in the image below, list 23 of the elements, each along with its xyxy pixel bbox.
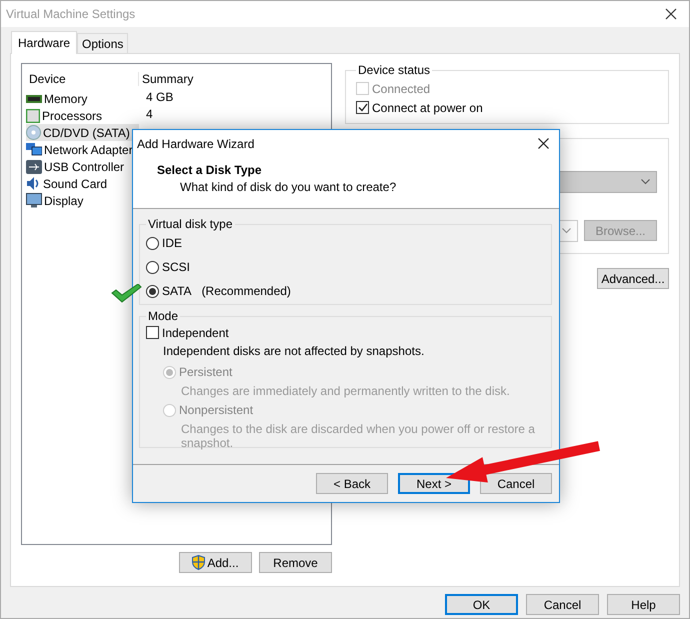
device-name: Network Adapter [44, 142, 133, 156]
option-note: (Recommended) [200, 284, 291, 298]
option-label: IDE [162, 236, 182, 250]
window-title: Virtual Machine Settings [6, 7, 136, 21]
step-description: What kind of disk do you want to create? [179, 180, 398, 194]
option-label: SATA [162, 284, 192, 298]
step-heading: Select a Disk Type [157, 163, 262, 177]
help-text: Changes to the disk are discarded when you power off or restore a snapshot. [180, 422, 536, 450]
device-name: Sound Card [43, 176, 108, 190]
help-text: Changes are immediately and permanently written to the disk. [180, 384, 511, 398]
device-summary: 4 [145, 107, 153, 123]
group-title: Device status [357, 63, 432, 77]
device-name: Memory [44, 92, 88, 106]
help-text: Independent disks are not affected by snapshots. [163, 343, 426, 360]
device-summary: 4 GB [145, 90, 174, 106]
option-label: SCSI [162, 260, 190, 274]
dialog-title: Add Hardware Wizard [137, 136, 254, 150]
device-name: Display [44, 194, 84, 208]
group-title: Virtual disk type [147, 217, 234, 231]
device-name: Processors [42, 108, 102, 122]
device-name: CD/DVD (SATA) [43, 126, 130, 140]
device-name: USB Controller [44, 160, 124, 174]
group-title: Mode [147, 309, 180, 323]
